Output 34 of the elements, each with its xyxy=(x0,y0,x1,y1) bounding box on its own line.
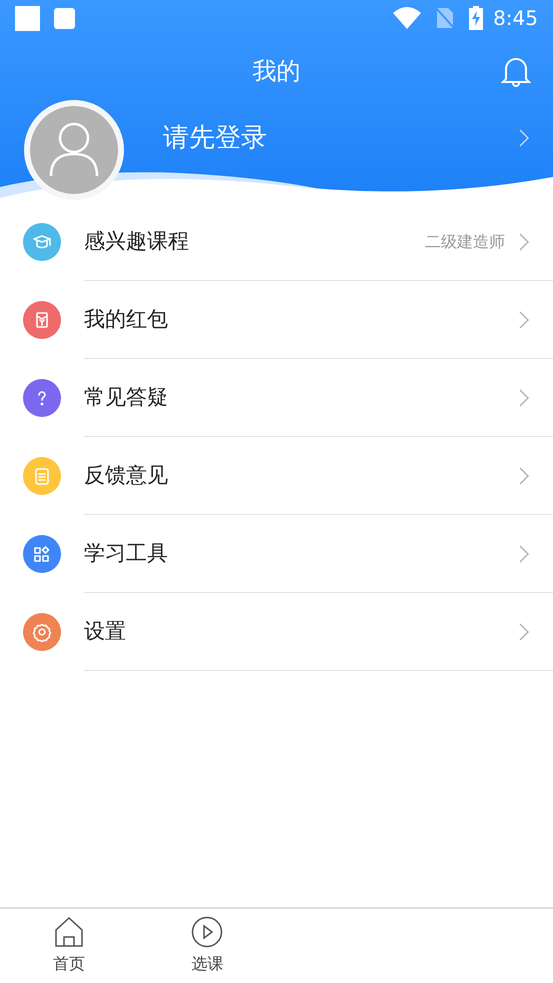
menu-label: 常见答疑 xyxy=(84,384,168,411)
menu-item[interactable]: 我的红包 xyxy=(0,281,553,359)
chevron-icon xyxy=(519,466,529,484)
menu-label: 设置 xyxy=(84,618,126,645)
notification-icon xyxy=(54,8,75,28)
menu-item[interactable]: 感兴趣课程 二级建造师 xyxy=(0,203,553,281)
menu-value: 二级建造师 xyxy=(425,230,505,252)
chevron-icon xyxy=(519,129,529,147)
menu-label: 感兴趣课程 xyxy=(84,228,189,255)
chevron-icon xyxy=(519,544,529,562)
bell-icon[interactable] xyxy=(501,55,531,87)
wifi-icon xyxy=(393,7,422,29)
page-title: 我的 xyxy=(252,56,300,87)
chevron-icon xyxy=(519,310,529,328)
notification-icon xyxy=(15,6,40,30)
menu-item[interactable]: 学习工具 xyxy=(0,515,553,593)
status-time: 8:45 xyxy=(493,5,538,32)
chevron-icon xyxy=(519,388,529,406)
chevron-icon xyxy=(519,232,529,250)
user-icon xyxy=(49,122,99,178)
menu-item[interactable]: 反馈意见 xyxy=(0,437,553,515)
battery-charging-icon xyxy=(469,6,484,30)
no-sim-icon xyxy=(435,7,456,29)
tab-item[interactable]: 首页 xyxy=(0,909,138,983)
chevron-icon xyxy=(519,622,529,640)
tab-item[interactable]: 选课 xyxy=(138,909,276,983)
menu-item[interactable]: 常见答疑 xyxy=(0,359,553,437)
menu-item[interactable]: 设置 xyxy=(0,593,553,671)
menu-label: 反馈意见 xyxy=(84,462,168,489)
play-icon xyxy=(191,916,224,948)
login-prompt[interactable]: 请先登录 xyxy=(163,118,267,158)
menu-label: 学习工具 xyxy=(84,540,168,567)
home-icon xyxy=(53,916,86,948)
menu-label: 我的红包 xyxy=(84,306,168,333)
